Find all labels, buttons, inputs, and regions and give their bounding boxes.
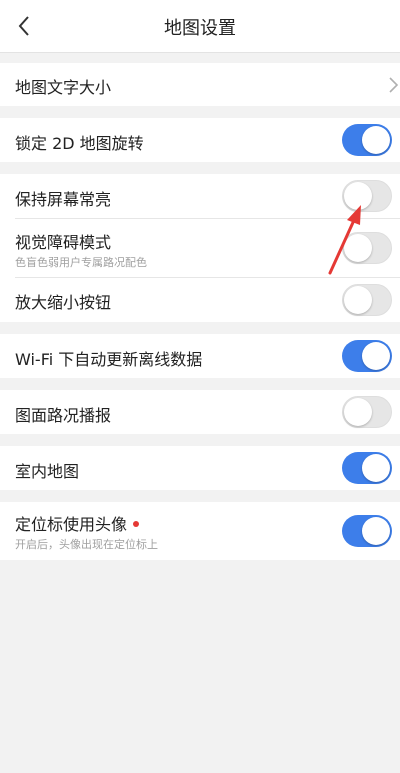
toggle-knob	[362, 454, 390, 482]
setting-row-traffic-broadcast: 图面路况播报	[0, 390, 400, 434]
setting-row-wifi-update: Wi-Fi 下自动更新离线数据	[0, 334, 400, 378]
setting-label: 室内地图	[15, 462, 80, 481]
lock-2d-toggle[interactable]	[342, 124, 392, 156]
setting-label: 图面路况播报	[15, 406, 112, 425]
setting-row-lock-2d: 锁定 2D 地图旋转	[0, 118, 400, 162]
nav-bar: 地图设置	[0, 0, 400, 53]
annotation-arrow-icon	[328, 205, 361, 275]
setting-label: 保持屏幕常亮	[15, 190, 112, 209]
toggle-knob	[344, 286, 372, 314]
setting-label-wrap: 定位标使用头像	[15, 511, 140, 535]
setting-row-indoor-map: 室内地图	[0, 446, 400, 490]
wifi-update-toggle[interactable]	[342, 340, 392, 372]
setting-sublabel: 色盲色弱用户专属路况配色	[15, 256, 147, 269]
toggle-knob	[362, 126, 390, 154]
page-title: 地图设置	[164, 18, 236, 39]
setting-label: 地图文字大小	[15, 78, 112, 97]
toggle-knob	[344, 398, 372, 426]
setting-row-font-size[interactable]: 地图文字大小	[0, 63, 400, 106]
toggle-knob	[362, 342, 390, 370]
avatar-locator-toggle[interactable]	[342, 515, 392, 547]
traffic-broadcast-toggle[interactable]	[342, 396, 392, 428]
setting-label: 定位标使用头像	[15, 515, 128, 534]
toggle-knob	[362, 517, 390, 545]
setting-sublabel: 开启后，头像出现在定位标上	[15, 538, 158, 551]
setting-label: 锁定 2D 地图旋转	[15, 134, 144, 153]
zoom-buttons-toggle[interactable]	[342, 284, 392, 316]
setting-row-zoom-buttons: 放大缩小按钮	[0, 278, 400, 322]
setting-row-avatar-locator: 定位标使用头像 开启后，头像出现在定位标上	[0, 502, 400, 560]
chevron-right-icon	[389, 77, 399, 93]
setting-label: Wi-Fi 下自动更新离线数据	[15, 350, 203, 369]
setting-label: 放大缩小按钮	[15, 293, 112, 312]
setting-label: 视觉障碍模式	[15, 233, 112, 252]
new-dot-badge	[133, 520, 140, 527]
indoor-map-toggle[interactable]	[342, 452, 392, 484]
